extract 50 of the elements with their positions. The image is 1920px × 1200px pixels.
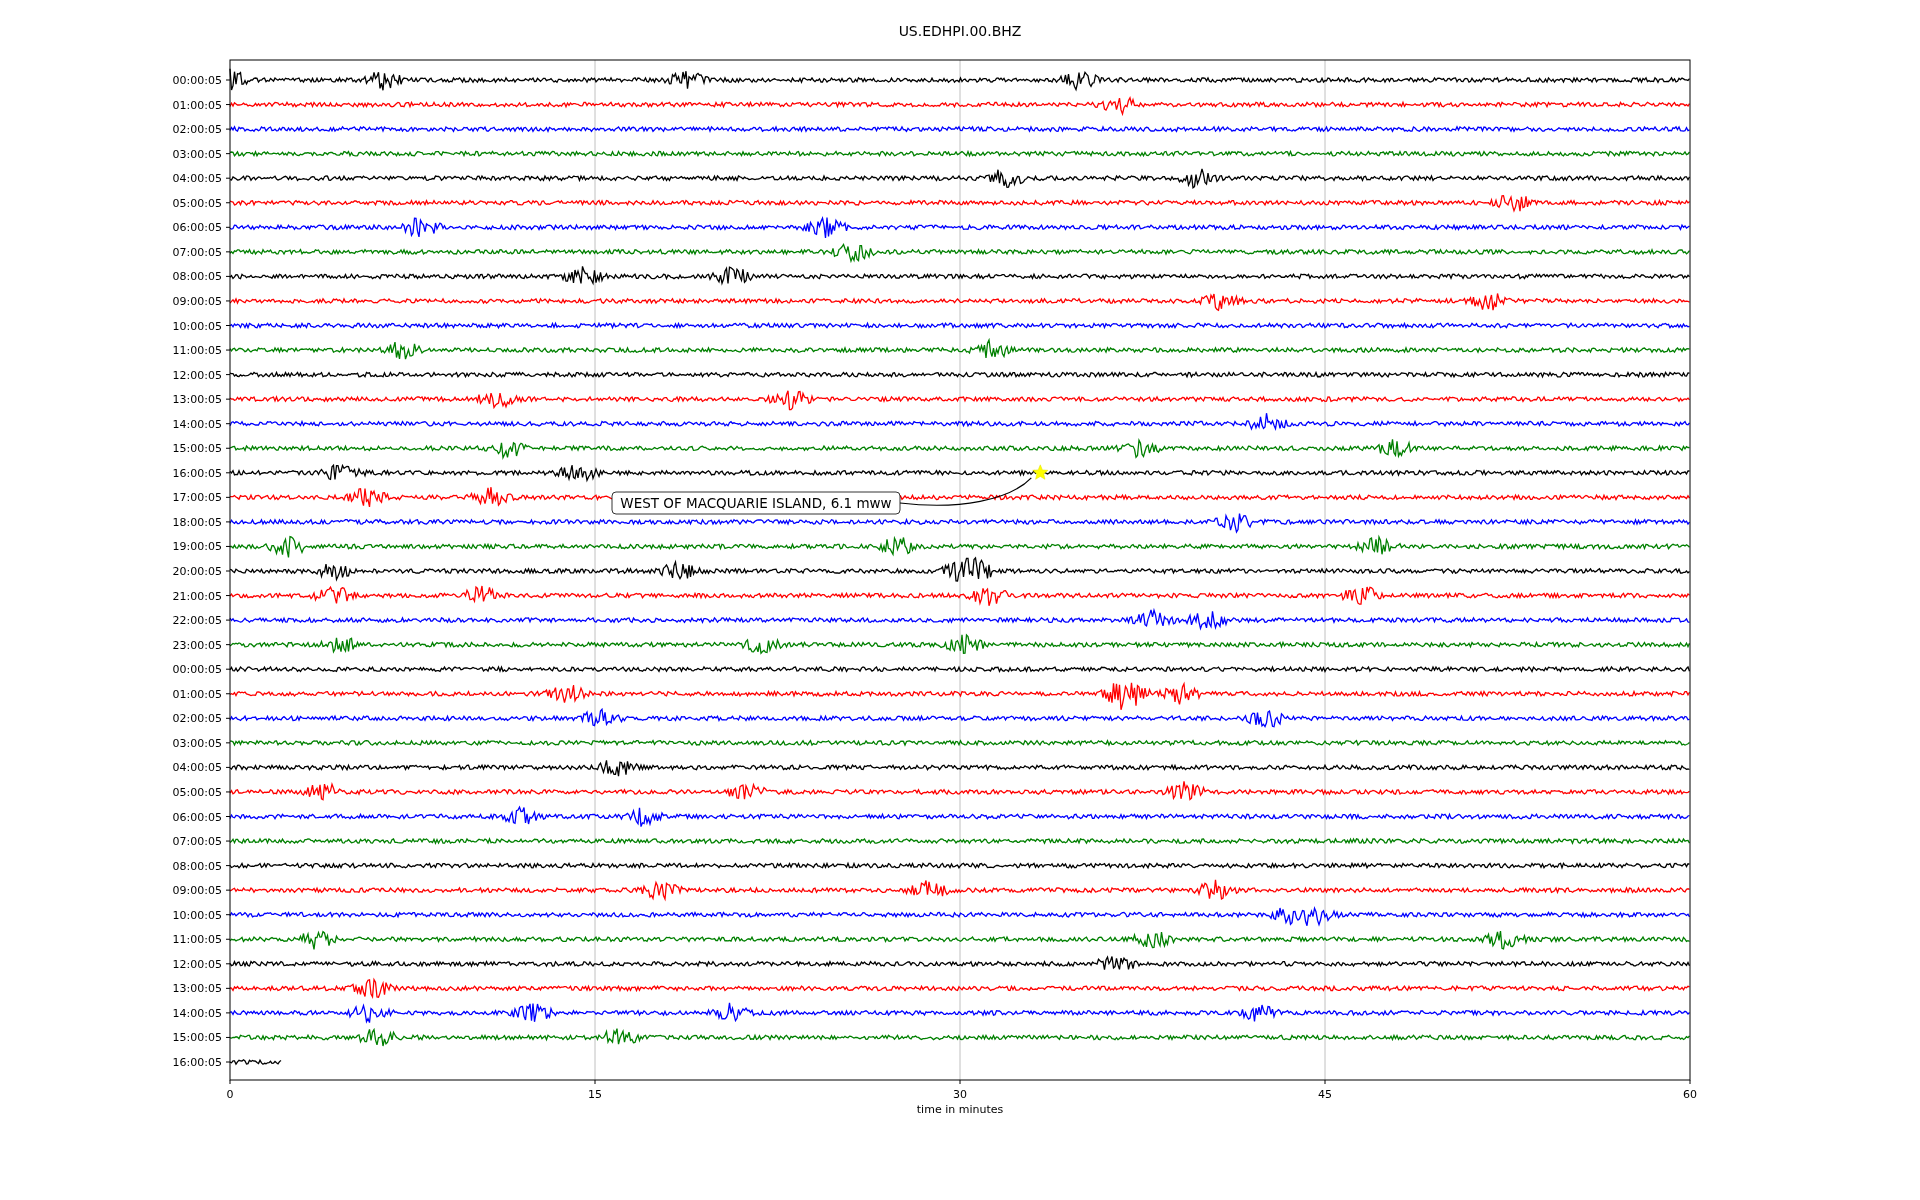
axis-tick-label: 07:00:05 xyxy=(172,835,222,849)
axis-tick-label: 15 xyxy=(588,1088,602,1101)
axis-tick-label: 15:00:05 xyxy=(172,442,222,456)
axis-tick-label: 10:00:05 xyxy=(172,908,222,922)
axis-label: time in minutes xyxy=(916,1103,1004,1116)
axis-tick-label: 01:00:05 xyxy=(172,687,222,701)
star-icon xyxy=(1032,464,1049,480)
axis-tick-label: 09:00:05 xyxy=(172,294,222,308)
axis-tick-label: 07:00:05 xyxy=(172,245,222,259)
axis-tick-label: 14:00:05 xyxy=(172,417,222,431)
axis-tick-label: 02:00:05 xyxy=(172,123,222,137)
axis-tick-label: 18:00:05 xyxy=(172,515,222,529)
axis-tick-label: 11:00:05 xyxy=(172,344,222,358)
axis-tick-label: 21:00:05 xyxy=(172,589,222,603)
event-label: WEST OF MACQUARIE ISLAND, 6.1 mww xyxy=(611,491,901,515)
axis-tick-label: 13:00:05 xyxy=(172,982,222,996)
axis-tick-label: 04:00:05 xyxy=(172,172,222,186)
axis-tick-label: 0 xyxy=(226,1088,234,1101)
axis-tick-label: 02:00:05 xyxy=(172,712,222,726)
axis-tick-label: 12:00:05 xyxy=(172,957,222,971)
axis-tick-label: 03:00:05 xyxy=(172,736,222,750)
axis-tick-label: 11:00:05 xyxy=(172,933,222,947)
axis-tick-label: 03:00:05 xyxy=(172,147,222,161)
axis-tick-label: 16:00:05 xyxy=(172,466,222,480)
plot-title: US.EDHPI.00.BHZ xyxy=(898,23,1022,39)
axis-tick-label: 05:00:05 xyxy=(172,196,222,210)
axis-tick-label: 20:00:05 xyxy=(172,565,222,578)
axis-tick-label: 00:00:05 xyxy=(172,663,222,677)
axis-tick-label: 13:00:05 xyxy=(172,393,222,407)
axis-tick-label: 60 xyxy=(1683,1088,1697,1101)
axis-tick-label: 14:00:05 xyxy=(172,1006,222,1020)
axis-tick-label: 05:00:05 xyxy=(172,785,222,799)
axis-tick-label: 23:00:05 xyxy=(172,638,222,652)
axis-tick-label: 15:00:05 xyxy=(172,1031,222,1045)
axis-tick-label: 04:00:05 xyxy=(172,761,222,775)
axis-tick-label: 16:00:05 xyxy=(172,1056,222,1069)
axis-tick-label: 06:00:05 xyxy=(172,221,222,235)
axis-tick-label: 17:00:05 xyxy=(172,491,222,505)
axis-tick-label: 12:00:05 xyxy=(172,368,222,382)
axis-tick-label: 00:00:05 xyxy=(172,74,222,87)
axis-tick-label: 01:00:05 xyxy=(172,98,222,112)
axis-tick-label: 06:00:05 xyxy=(172,810,222,824)
axis-tick-label: 08:00:05 xyxy=(172,270,222,284)
axis-tick-label: 10:00:05 xyxy=(172,319,222,333)
axis-tick-label: 19:00:05 xyxy=(172,540,222,554)
axis-tick-label: 08:00:05 xyxy=(172,859,222,873)
axis-tick-label: 22:00:05 xyxy=(172,614,222,628)
axis-tick-label: 30 xyxy=(953,1088,967,1101)
axis-tick-label: 09:00:05 xyxy=(172,884,222,898)
axis-tick-label: 45 xyxy=(1318,1088,1332,1101)
